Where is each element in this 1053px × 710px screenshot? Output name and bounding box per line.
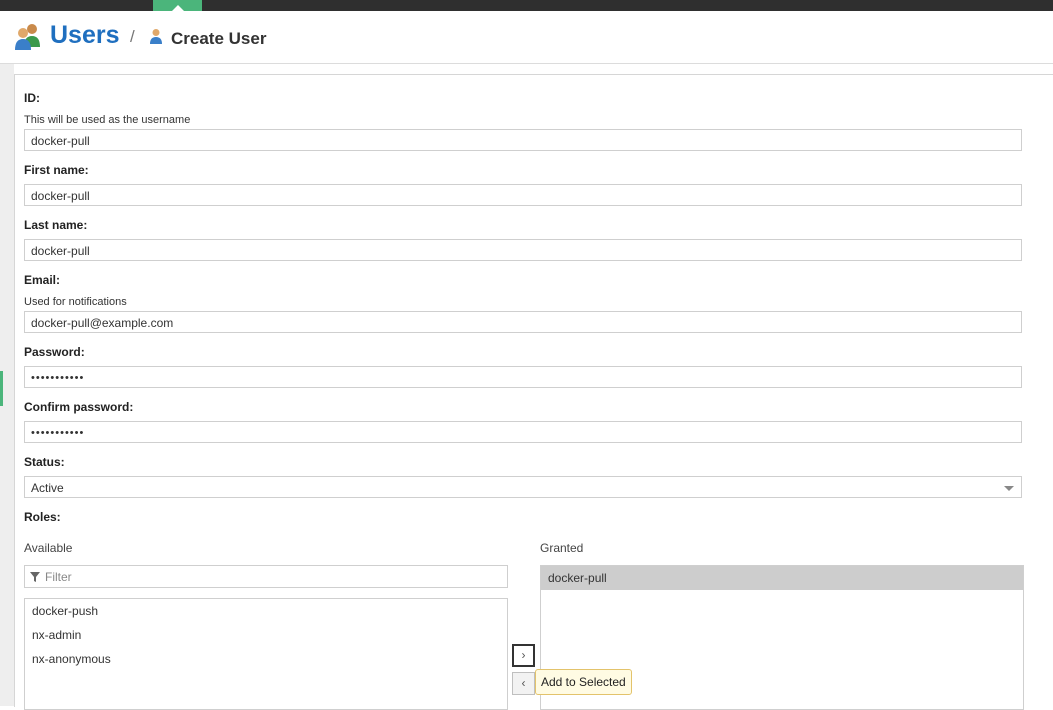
last-name-label: Last name: — [24, 218, 88, 232]
email-field[interactable]: docker-pull@example.com — [24, 311, 1022, 333]
breadcrumb-current: Create User — [171, 29, 267, 48]
list-item[interactable]: docker-pull — [541, 566, 1023, 590]
list-item[interactable]: nx-anonymous — [25, 647, 507, 671]
tooltip: Add to Selected — [535, 669, 632, 695]
confirm-password-field[interactable]: ••••••••••• — [24, 421, 1022, 443]
status-select-value: Active — [31, 481, 64, 495]
chevron-down-icon[interactable] — [1004, 486, 1014, 491]
first-name-field[interactable]: docker-pull — [24, 184, 1022, 206]
remove-from-selected-button[interactable]: ‹ — [512, 672, 535, 695]
available-roles-label: Available — [24, 541, 73, 555]
granted-roles-label: Granted — [540, 541, 584, 555]
email-label: Email: — [24, 273, 61, 287]
filter-icon — [30, 572, 40, 582]
id-field[interactable]: docker-pull — [24, 129, 1022, 151]
filter-placeholder: Filter — [45, 570, 72, 584]
roles-label: Roles: — [24, 510, 61, 524]
password-field[interactable]: ••••••••••• — [24, 366, 1022, 388]
first-name-label: First name: — [24, 163, 89, 177]
last-name-field[interactable]: docker-pull — [24, 239, 1022, 261]
status-select[interactable]: Active — [24, 476, 1022, 498]
status-label: Status: — [24, 455, 65, 469]
list-item[interactable]: nx-admin — [25, 623, 507, 647]
user-icon — [150, 29, 162, 44]
id-label: ID: — [24, 91, 40, 105]
breadcrumb-separator: / — [130, 27, 135, 46]
password-label: Password: — [24, 345, 85, 359]
users-icon — [15, 24, 40, 50]
confirm-password-label: Confirm password: — [24, 400, 134, 414]
active-nav-tab[interactable] — [153, 0, 202, 11]
gutter-active-marker — [0, 371, 3, 406]
list-item[interactable]: docker-push — [25, 599, 507, 623]
chevron-right-icon: › — [521, 648, 526, 662]
page-header: Users / Create User — [0, 11, 1053, 64]
top-navigation-bar — [0, 0, 1053, 11]
add-to-selected-button[interactable]: › — [512, 644, 535, 667]
roles-filter-input[interactable]: Filter — [24, 565, 508, 588]
email-help-text: Used for notifications — [24, 296, 127, 308]
chevron-left-icon: ‹ — [521, 676, 526, 690]
id-help-text: This will be used as the username — [24, 114, 191, 126]
page-title[interactable]: Users — [50, 21, 120, 50]
available-roles-list[interactable]: docker-push nx-admin nx-anonymous — [24, 598, 508, 710]
